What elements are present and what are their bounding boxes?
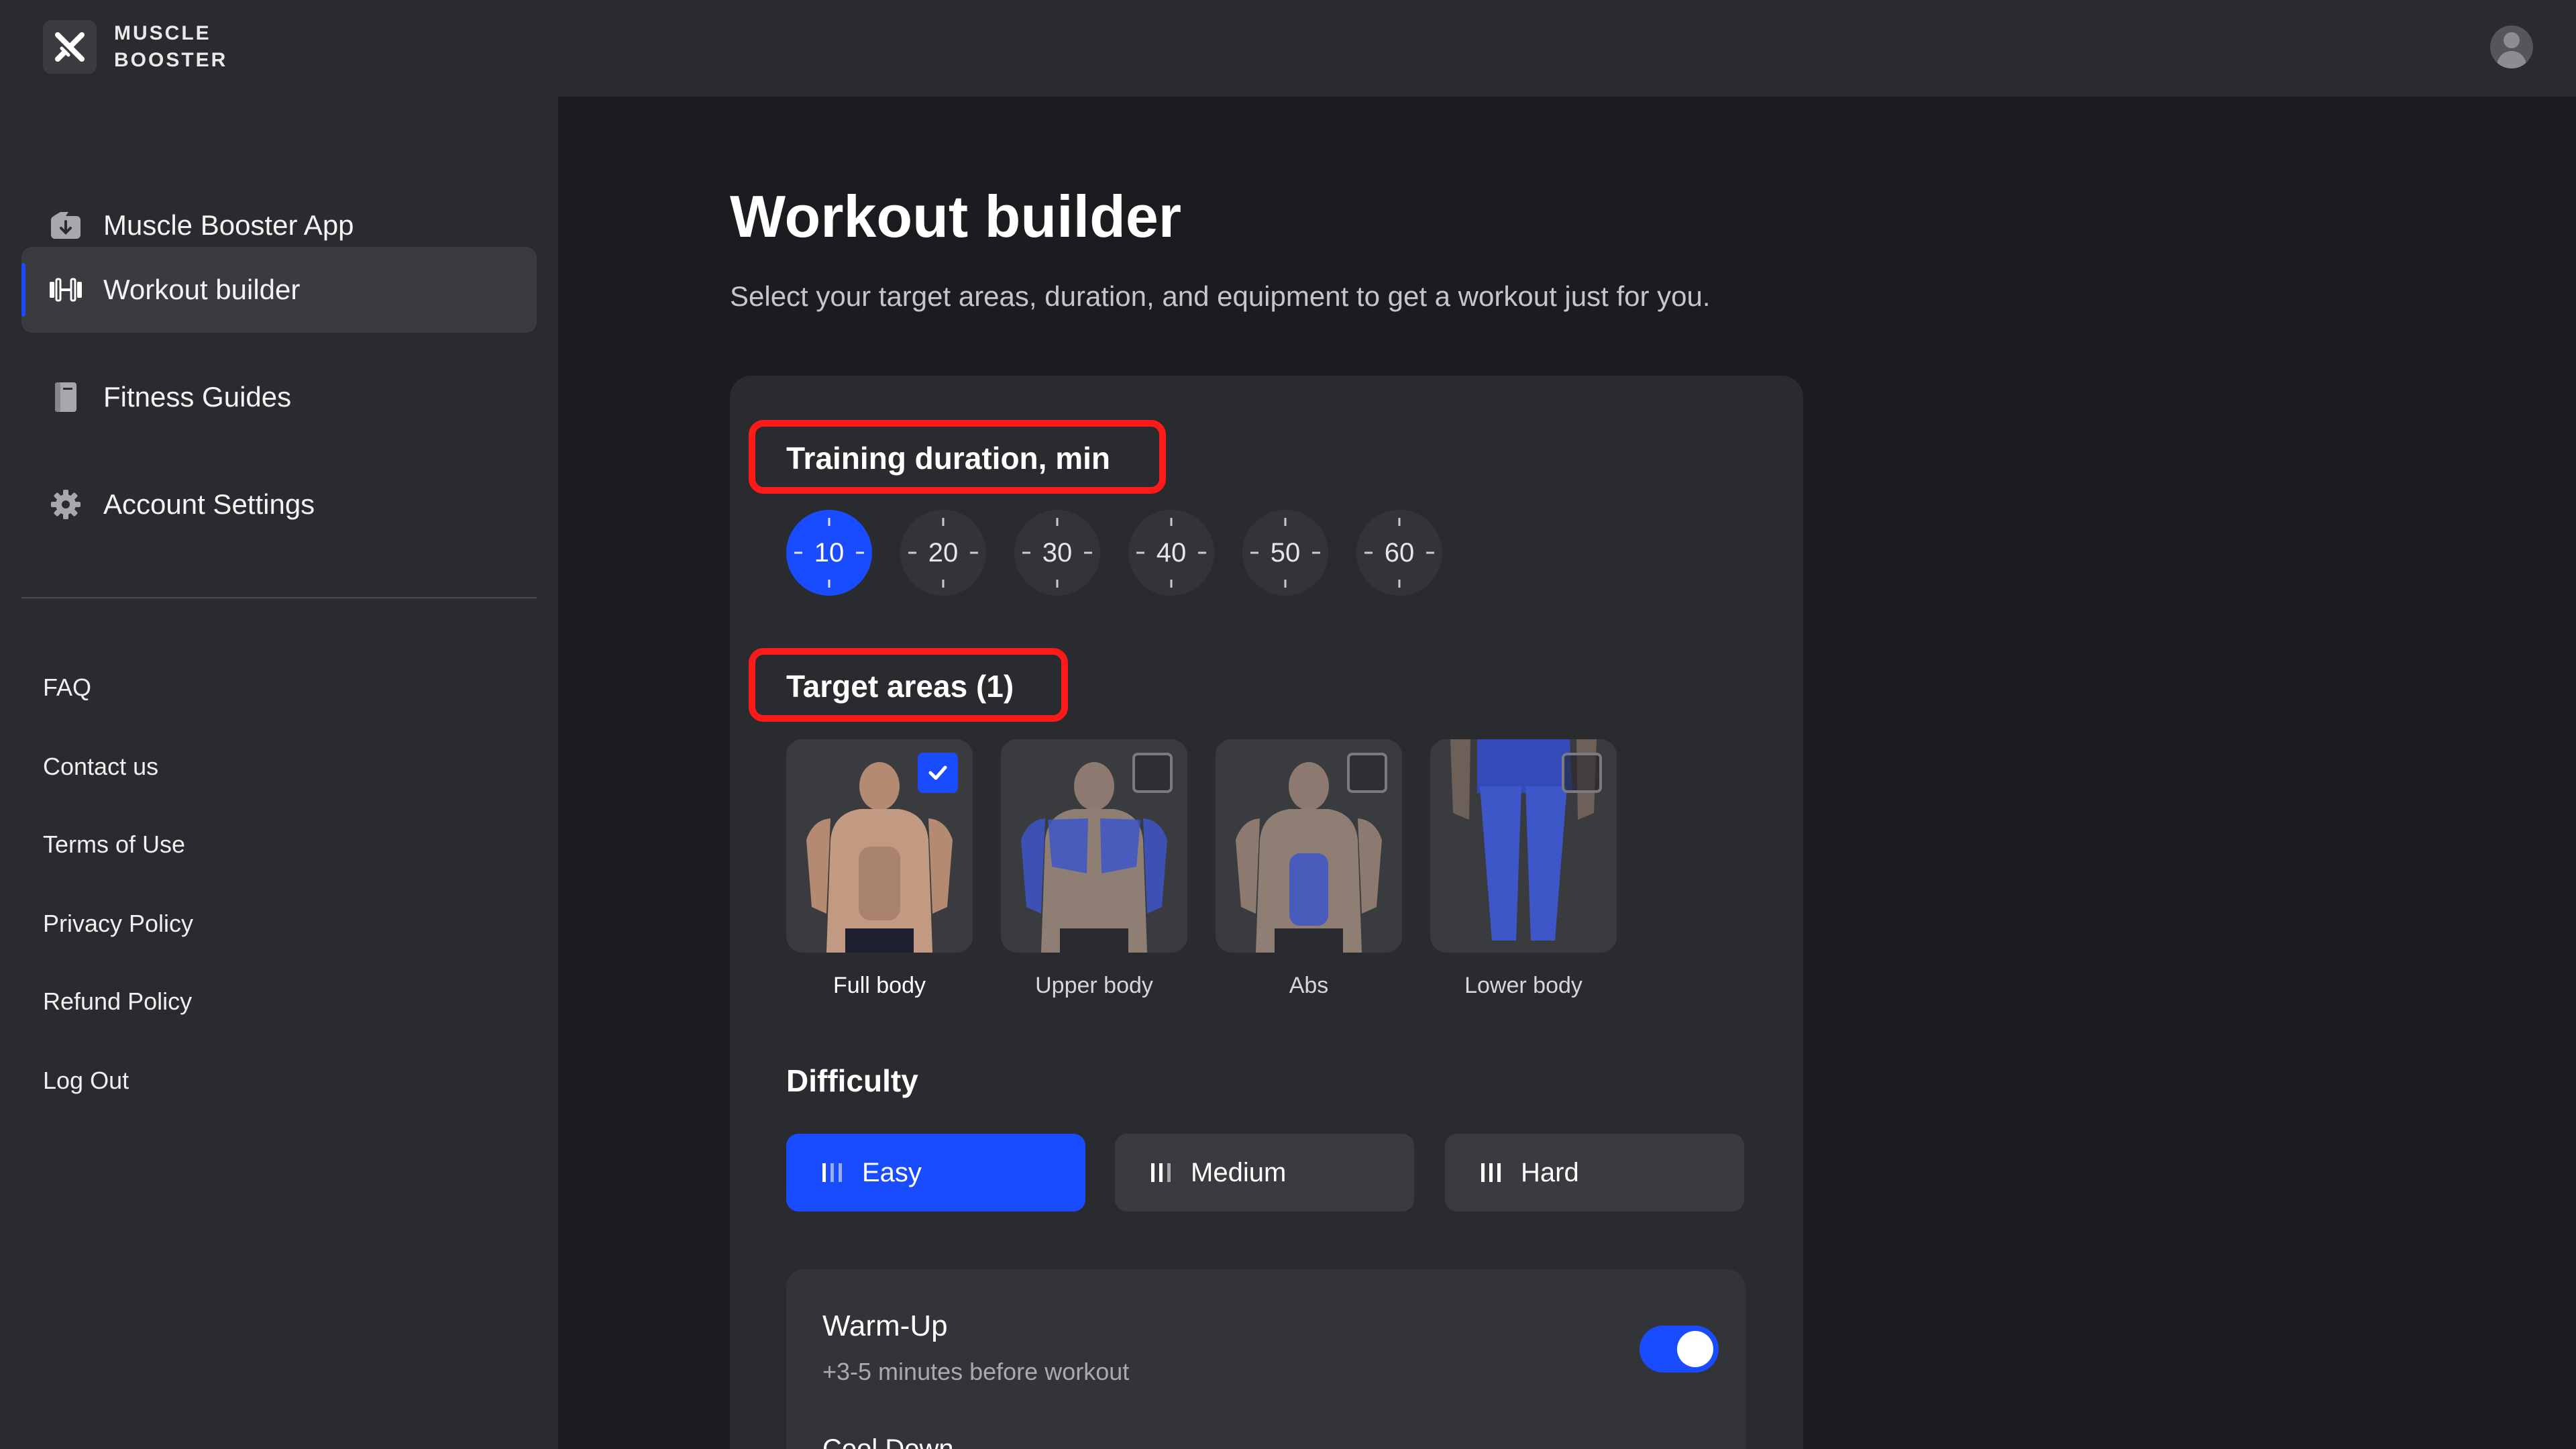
upper-body-checkbox[interactable] (1132, 753, 1173, 793)
duration-option-10[interactable]: 10 (786, 510, 872, 596)
brand-name: MUSCLE BOOSTER (114, 20, 227, 74)
duration-option-50[interactable]: 50 (1242, 510, 1328, 596)
target-area-full-body[interactable]: Full body (786, 739, 973, 999)
target-area-lower-body[interactable]: Lower body (1430, 739, 1617, 999)
sidebar-item-workout-builder[interactable]: Workout builder (21, 247, 537, 333)
target-area-abs[interactable]: Abs (1216, 739, 1402, 999)
gear-icon (48, 487, 83, 522)
link-log-out[interactable]: Log Out (43, 1067, 129, 1095)
target-area-label: Abs (1289, 973, 1329, 998)
warmup-panel: Warm-Up +3-5 minutes before workout Cool… (786, 1269, 1746, 1449)
duration-option-40[interactable]: 40 (1128, 510, 1214, 596)
level-bars-icon (1481, 1163, 1501, 1182)
brand-line-2: BOOSTER (114, 49, 228, 71)
level-bars-icon (1151, 1163, 1171, 1182)
warmup-title: Warm-Up (822, 1309, 948, 1342)
target-area-label: Full body (833, 973, 926, 998)
brand-logo[interactable]: MUSCLE BOOSTER (43, 20, 227, 74)
duration-option-20[interactable]: 20 (900, 510, 986, 596)
cooldown-title-partial: Cool Down (822, 1434, 954, 1449)
link-refund-policy[interactable]: Refund Policy (43, 987, 192, 1016)
duration-value: 50 (1270, 537, 1301, 568)
duration-value: 10 (814, 537, 845, 568)
link-faq[interactable]: FAQ (43, 674, 91, 702)
difficulty-label-text: Easy (862, 1157, 922, 1187)
duration-value: 20 (928, 537, 959, 568)
abs-checkbox[interactable] (1347, 753, 1387, 793)
duration-option-30[interactable]: 30 (1014, 510, 1100, 596)
sidebar: Muscle Booster App Workout builder Fitne… (0, 97, 558, 1449)
warmup-toggle[interactable] (1640, 1326, 1719, 1373)
page-title: Workout builder (730, 183, 1182, 250)
sidebar-divider (21, 597, 537, 598)
book-icon (48, 380, 83, 415)
duration-value: 40 (1156, 537, 1187, 568)
link-privacy-policy[interactable]: Privacy Policy (43, 910, 193, 938)
target-areas-label: Target areas (1) (786, 669, 1014, 704)
difficulty-hard-button[interactable]: Hard (1445, 1134, 1744, 1212)
warmup-subtitle: +3-5 minutes before workout (822, 1358, 1130, 1385)
app-download-icon (48, 208, 83, 243)
dumbbell-icon (48, 272, 83, 307)
upper-body-image (1001, 739, 1187, 953)
link-terms-of-use[interactable]: Terms of Use (43, 830, 185, 859)
sidebar-item-label: Muscle Booster App (103, 209, 354, 241)
lower-body-image (1430, 739, 1617, 953)
lower-body-checkbox[interactable] (1562, 753, 1602, 793)
sidebar-item-label: Workout builder (103, 274, 301, 305)
target-area-upper-body[interactable]: Upper body (1001, 739, 1187, 999)
difficulty-label-text: Medium (1191, 1157, 1287, 1187)
sidebar-item-account-settings[interactable]: Account Settings (21, 462, 537, 547)
sidebar-item-label: Fitness Guides (103, 381, 292, 413)
sidebar-item-label: Account Settings (103, 488, 315, 520)
difficulty-label-text: Hard (1521, 1157, 1579, 1187)
target-area-label: Upper body (1035, 973, 1153, 998)
top-bar: MUSCLE BOOSTER (0, 0, 2576, 97)
brand-line-1: MUSCLE (114, 22, 211, 44)
full-body-checkbox[interactable] (918, 753, 958, 793)
duration-label: Training duration, min (786, 441, 1110, 476)
duration-value: 30 (1042, 537, 1073, 568)
difficulty-medium-button[interactable]: Medium (1115, 1134, 1414, 1212)
duration-value: 60 (1384, 537, 1415, 568)
difficulty-easy-button[interactable]: Easy (786, 1134, 1085, 1212)
difficulty-label: Difficulty (786, 1063, 918, 1098)
sidebar-item-fitness-guides[interactable]: Fitness Guides (21, 354, 537, 440)
full-body-image (786, 739, 973, 953)
level-bars-icon (822, 1163, 842, 1182)
link-contact-us[interactable]: Contact us (43, 753, 158, 781)
target-area-label: Lower body (1464, 973, 1582, 998)
duration-option-60[interactable]: 60 (1356, 510, 1442, 596)
page-subtitle: Select your target areas, duration, and … (730, 280, 1711, 312)
user-avatar-icon[interactable] (2490, 25, 2533, 68)
brand-mark-icon (43, 20, 97, 74)
abs-image (1216, 739, 1402, 953)
